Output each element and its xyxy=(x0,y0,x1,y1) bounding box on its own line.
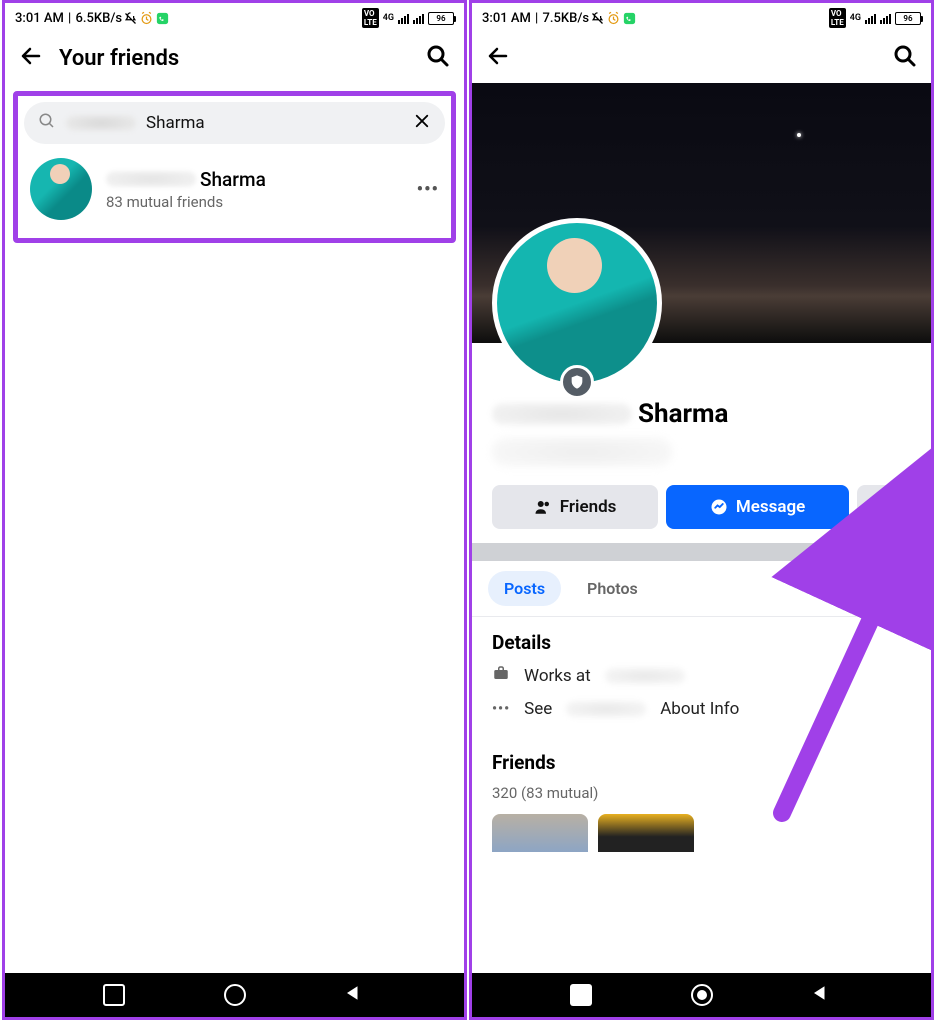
works-at-row[interactable]: Works at xyxy=(492,664,911,687)
redacted-text xyxy=(605,668,685,684)
whatsapp-icon xyxy=(155,11,170,26)
status-bar: 3:01 AM | 7.5KB/s VOLTE 4G 96 xyxy=(472,3,931,33)
highlight-annotation: Sharma Sharma 83 mutual friends ••• xyxy=(13,91,456,243)
message-button-label: Message xyxy=(736,497,805,517)
redacted-text xyxy=(492,437,672,467)
friends-count: 320 (83 mutual) xyxy=(492,784,911,802)
mute-icon xyxy=(123,11,138,26)
redacted-text xyxy=(566,701,646,717)
page-title: Your friends xyxy=(59,46,410,71)
app-header xyxy=(472,33,931,83)
search-query-text: Sharma xyxy=(146,113,205,133)
friend-thumb[interactable] xyxy=(598,814,694,852)
alarm-icon xyxy=(139,11,154,26)
ellipsis-icon: ••• xyxy=(492,701,510,717)
profile-tabs: Posts Photos xyxy=(472,561,931,617)
redacted-text xyxy=(66,115,136,131)
net-4g: 4G xyxy=(850,13,861,23)
tab-photos[interactable]: Photos xyxy=(571,571,654,606)
android-navbar xyxy=(5,973,464,1017)
phone-left: 3:01 AM | 6.5KB/s VOLTE 4G 96 Your frien… xyxy=(2,0,467,1020)
status-bar: 3:01 AM | 6.5KB/s VOLTE 4G 96 xyxy=(5,3,464,33)
nav-home-icon[interactable] xyxy=(224,984,246,1006)
message-button[interactable]: Message xyxy=(666,485,849,529)
search-icon[interactable] xyxy=(426,44,450,72)
back-icon[interactable] xyxy=(486,44,510,72)
nav-back-icon[interactable] xyxy=(344,984,366,1006)
result-name: Sharma xyxy=(200,168,266,191)
signal-icon xyxy=(398,12,409,24)
signal-icon-2 xyxy=(413,12,424,24)
profile-name: Sharma xyxy=(638,399,728,429)
phone-right: 3:01 AM | 7.5KB/s VOLTE 4G 96 Sh xyxy=(469,0,934,1020)
details-title: Details xyxy=(492,631,911,654)
back-icon[interactable] xyxy=(19,44,43,72)
whatsapp-icon xyxy=(622,11,637,26)
tab-posts[interactable]: Posts xyxy=(488,571,561,606)
profile-picture[interactable] xyxy=(492,218,662,388)
friends-button-label: Friends xyxy=(560,497,617,517)
status-time: 3:01 AM xyxy=(482,11,531,26)
more-icon[interactable]: ••• xyxy=(417,179,439,200)
nav-home-icon[interactable] xyxy=(691,984,713,1006)
signal-icon xyxy=(865,12,876,24)
mutual-friends-text: 83 mutual friends xyxy=(106,193,266,211)
nav-recent-icon[interactable] xyxy=(570,984,592,1006)
friends-section: Friends 320 (83 mutual) xyxy=(472,737,931,852)
battery-icon: 96 xyxy=(895,12,921,25)
status-netspeed: 6.5KB/s xyxy=(76,11,123,26)
friends-title: Friends xyxy=(492,751,911,774)
details-section: Details Works at ••• See About Info xyxy=(472,617,931,737)
nav-back-icon[interactable] xyxy=(811,984,833,1006)
more-button[interactable]: ••• xyxy=(857,485,911,529)
mute-icon xyxy=(590,11,605,26)
status-netspeed: 7.5KB/s xyxy=(543,11,590,26)
net-4g: 4G xyxy=(383,13,394,23)
search-input[interactable]: Sharma xyxy=(24,102,445,144)
clear-icon[interactable] xyxy=(413,112,431,134)
volte-icon: VOLTE xyxy=(829,8,846,28)
volte-icon: VOLTE xyxy=(362,8,379,28)
redacted-text xyxy=(106,171,196,187)
redacted-text xyxy=(492,403,632,425)
shield-icon xyxy=(560,365,594,399)
status-time: 3:01 AM xyxy=(15,11,64,26)
search-result-row[interactable]: Sharma 83 mutual friends ••• xyxy=(24,144,445,220)
friend-thumb[interactable] xyxy=(492,814,588,852)
alarm-icon xyxy=(606,11,621,26)
nav-recent-icon[interactable] xyxy=(103,984,125,1006)
android-navbar xyxy=(472,973,931,1017)
app-header: Your friends xyxy=(5,33,464,83)
briefcase-icon xyxy=(492,664,510,687)
friends-button[interactable]: Friends xyxy=(492,485,658,529)
search-icon[interactable] xyxy=(893,44,917,72)
search-glass-icon xyxy=(38,112,56,134)
see-about-row[interactable]: ••• See About Info xyxy=(492,699,911,719)
section-divider xyxy=(472,543,931,561)
moon-dot xyxy=(797,133,801,137)
signal-icon-2 xyxy=(880,12,891,24)
battery-icon: 96 xyxy=(428,12,454,25)
avatar xyxy=(30,158,92,220)
